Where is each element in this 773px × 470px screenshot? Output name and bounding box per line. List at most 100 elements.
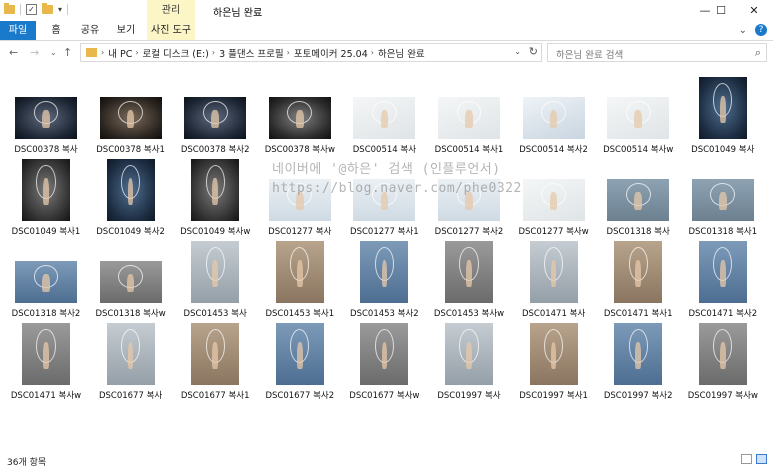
close-button[interactable]: ✕ (738, 0, 770, 21)
file-thumbnail (106, 323, 155, 385)
file-name: DSC01049 복사2 (96, 227, 165, 237)
file-thumbnail (698, 241, 747, 303)
aerial-hoop-shape (287, 101, 313, 125)
file-item[interactable]: DSC01997 복사w (683, 321, 763, 403)
file-name: DSC01677 복사2 (265, 391, 335, 401)
chevron-right-icon[interactable]: › (287, 48, 290, 57)
file-name: DSC01318 복사2 (11, 309, 81, 319)
file-item[interactable]: DSC01049 복사1 (6, 157, 86, 239)
large-icons-view-icon[interactable] (756, 454, 767, 464)
help-icon[interactable]: ? (755, 24, 767, 36)
file-list: DSC00378 복사 DSC00378 복사1 DSC00378 복사2 DSC00… (0, 65, 773, 445)
file-item[interactable]: DSC01677 복사 (91, 321, 171, 403)
tab-view[interactable]: 보기 (110, 21, 142, 40)
refresh-icon[interactable]: ↻ (529, 45, 538, 58)
file-item[interactable]: DSC00514 복사 (344, 75, 424, 157)
search-box[interactable]: 하은님 완료 검색 ⌕ (547, 43, 767, 62)
file-item[interactable]: DSC01471 복사 (514, 239, 594, 321)
search-icon[interactable]: ⌕ (755, 46, 761, 60)
file-thumbnail (275, 323, 324, 385)
file-item[interactable]: DSC01997 복사 (429, 321, 509, 403)
chevron-right-icon[interactable]: › (371, 48, 374, 57)
file-name: DSC00378 복사w (264, 145, 335, 155)
file-item[interactable]: DSC01677 복사2 (260, 321, 340, 403)
chevron-right-icon[interactable]: › (135, 48, 138, 57)
file-thumbnail (438, 97, 500, 139)
folder-icon[interactable] (4, 3, 15, 14)
customize-toolbar-dropdown-icon[interactable]: ▾ (58, 5, 62, 14)
quick-access-toolbar: ✓ ▾ (4, 3, 69, 15)
forward-button[interactable]: → (30, 46, 39, 59)
file-item[interactable]: DSC00514 복사2 (514, 75, 594, 157)
breadcrumb-profile[interactable]: 3 플댄스 프로필 (219, 46, 284, 60)
recent-locations-button[interactable]: ⌄ (50, 48, 57, 57)
file-name: DSC00514 복사 (352, 145, 417, 155)
file-name: DSC01677 복사w (349, 391, 420, 401)
file-item[interactable]: DSC01471 복사w (6, 321, 86, 403)
file-thumbnail (184, 97, 247, 139)
file-thumbnail (22, 159, 70, 221)
expand-ribbon-icon[interactable]: ⌄ (739, 25, 747, 36)
chevron-right-icon[interactable]: › (101, 48, 104, 57)
file-item[interactable]: DSC00514 복사w (598, 75, 678, 157)
details-view-icon[interactable] (741, 454, 752, 464)
file-name: DSC01453 복사2 (350, 309, 419, 319)
tab-file[interactable]: 파일 (0, 21, 36, 40)
file-name: DSC01453 복사w (433, 309, 505, 319)
aerial-hoop-shape (713, 247, 733, 282)
aerial-hoop-shape (625, 183, 651, 207)
aerial-hoop-shape (371, 101, 397, 125)
file-item[interactable]: DSC01453 복사1 (260, 239, 340, 321)
file-item[interactable]: DSC00514 복사1 (429, 75, 509, 157)
aerial-hoop-shape (628, 247, 648, 282)
file-item[interactable]: DSC01318 복사w (91, 239, 171, 321)
file-item[interactable]: DSC01277 복사w (514, 157, 594, 239)
file-item[interactable]: DSC00378 복사w (260, 75, 340, 157)
file-thumbnail (698, 323, 747, 385)
back-button[interactable]: ← (9, 46, 18, 59)
breadcrumb-my-pc[interactable]: 내 PC (108, 46, 132, 60)
breadcrumb-current-folder[interactable]: 하은님 완료 (378, 46, 425, 60)
search-placeholder: 하은님 완료 검색 (556, 50, 624, 61)
address-bar[interactable]: › 내 PC › 로컬 디스크 (E:) › 3 플댄스 프로필 › 포토메이커… (80, 43, 542, 62)
file-item[interactable]: DSC01997 복사1 (514, 321, 594, 403)
file-item[interactable]: DSC01997 복사2 (598, 321, 678, 403)
file-item[interactable]: DSC01318 복사2 (6, 239, 86, 321)
new-folder-icon[interactable] (42, 3, 53, 14)
file-name: DSC01277 복사w (518, 227, 589, 237)
tab-share[interactable]: 공유 (74, 21, 106, 40)
file-thumbnail (445, 241, 493, 303)
chevron-right-icon[interactable]: › (212, 48, 215, 57)
file-thumbnail (529, 241, 578, 303)
file-item[interactable]: DSC01318 복사1 (683, 157, 763, 239)
file-item[interactable]: DSC01453 복사2 (344, 239, 424, 321)
file-item[interactable]: DSC01677 복사w (344, 321, 424, 403)
file-item[interactable]: DSC01453 복사w (429, 239, 509, 321)
properties-check-icon[interactable]: ✓ (26, 4, 37, 15)
file-item[interactable]: DSC00378 복사 (6, 75, 86, 157)
tab-home[interactable]: 홈 (44, 21, 68, 40)
ribbon: 파일 홈 공유 보기 사진 도구 ⌄ ? (0, 21, 773, 41)
file-name: DSC01277 복사1 (350, 227, 419, 237)
file-item[interactable]: DSC01453 복사 (175, 239, 255, 321)
window-title: 하은님 완료 (213, 8, 263, 19)
file-item[interactable]: DSC00378 복사1 (91, 75, 171, 157)
file-item[interactable]: DSC01049 복사w (175, 157, 255, 239)
file-name: DSC01049 복사 (691, 145, 755, 155)
address-dropdown-icon[interactable]: ⌄ (514, 47, 521, 56)
tab-picture-tools[interactable]: 사진 도구 (147, 21, 195, 40)
up-button[interactable]: ↑ (63, 46, 72, 59)
file-item[interactable]: DSC01471 복사2 (683, 239, 763, 321)
file-item[interactable]: DSC00378 복사2 (175, 75, 255, 157)
file-thumbnail (191, 323, 240, 385)
file-name: DSC01471 복사1 (603, 309, 673, 319)
file-item[interactable]: DSC01049 복사 (683, 75, 763, 157)
file-item[interactable]: DSC01318 복사 (598, 157, 678, 239)
file-item[interactable]: DSC01049 복사2 (91, 157, 171, 239)
maximize-button[interactable]: ☐ (705, 0, 737, 21)
aerial-hoop-shape (202, 101, 228, 125)
file-item[interactable]: DSC01677 복사1 (175, 321, 255, 403)
file-item[interactable]: DSC01471 복사1 (598, 239, 678, 321)
breadcrumb-photomaker[interactable]: 포토메이커 25.04 (294, 46, 368, 60)
breadcrumb-local-disk[interactable]: 로컬 디스크 (E:) (143, 46, 209, 60)
